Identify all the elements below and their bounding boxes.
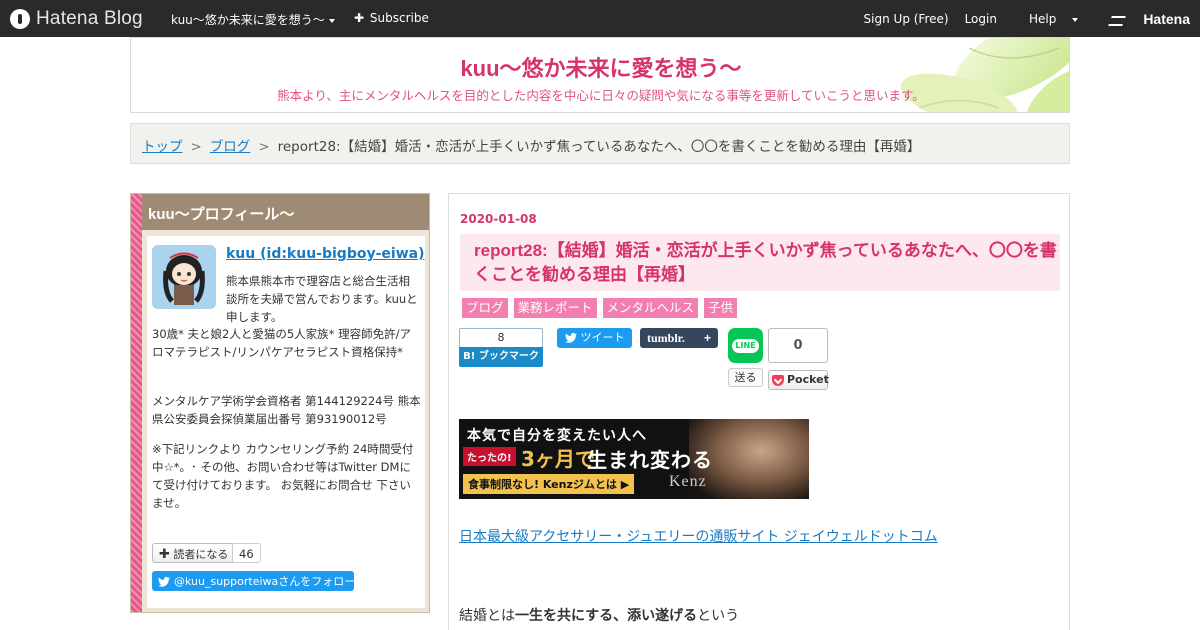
- tumblr-label: tumblr.: [647, 331, 685, 345]
- category-tag[interactable]: メンタルヘルス: [602, 298, 699, 318]
- hatena-blog-icon: [10, 8, 30, 29]
- caret-down-icon: [328, 18, 335, 23]
- line-send-button[interactable]: 送る: [728, 368, 763, 387]
- tweet-button[interactable]: ツイート: [557, 328, 632, 348]
- blog-title[interactable]: kuu～悠か未来に愛を想う～: [131, 51, 1069, 83]
- twitter-follow-label: @kuu_supporteiwaさんをフォロー: [174, 575, 356, 588]
- breadcrumb-separator: >: [190, 139, 202, 155]
- entry-title-link[interactable]: report28:【結婚】婚活・恋活が上手くいかず焦っているあなたへ、〇〇を書く…: [474, 239, 1058, 287]
- blog-header: kuu～悠か未来に愛を想う～ 熊本より、主にメンタルヘルスを目的とした内容を中心…: [130, 37, 1070, 113]
- header-right-menu: Sign Up (Free) Login Help Hatena: [848, 11, 1190, 27]
- subscribe-label: Subscribe: [369, 11, 429, 25]
- hatena-mark-icon: [1108, 15, 1127, 26]
- category-tag[interactable]: ブログ: [462, 298, 508, 318]
- pocket-count: 0: [768, 328, 828, 363]
- plus-icon: ✚: [354, 11, 365, 25]
- sidebar-heading: kuu～プロフィール～: [142, 194, 429, 230]
- breadcrumb-blog-link[interactable]: ブログ: [210, 139, 251, 155]
- banner-headline: 生まれ変わる: [587, 448, 713, 472]
- banner-cta: 食事制限なし! Kenzジムとは ▶: [463, 474, 635, 494]
- entry-categories: ブログ 業務レポート メンタルヘルス 子供: [462, 298, 738, 318]
- caret-down-icon: [1072, 17, 1079, 22]
- hatena-bookmark-button[interactable]: B! ブックマーク: [459, 347, 543, 367]
- hatena-global-header: Hatena Blog kuu～悠か未来に愛を想う～ ✚ Subscribe S…: [0, 0, 1200, 37]
- avatar[interactable]: [152, 245, 216, 309]
- twitter-bird-icon: [564, 333, 577, 343]
- profile-bio-licenses: メンタルケア学術学会資格者 第144129224号 熊本県公安委員会探偵業届出番…: [152, 394, 421, 426]
- twitter-bird-icon: [158, 577, 170, 587]
- body-text-bold: 一生を共にする、添い遂げる: [515, 608, 698, 624]
- hatena-wordmark: Hatena: [1143, 11, 1190, 27]
- hatena-blog-logo[interactable]: Hatena Blog: [10, 7, 143, 30]
- login-link[interactable]: Login: [965, 12, 997, 26]
- help-dropdown[interactable]: Help: [1013, 12, 1079, 26]
- breadcrumb: トップ > ブログ > report28:【結婚】婚活・恋活が上手くいかず焦っているあな…: [130, 123, 1070, 164]
- avatar-image: [152, 245, 216, 309]
- plus-icon: ✚: [159, 547, 170, 562]
- entry-article: 2020-01-08 report28:【結婚】婚活・恋活が上手くいかず焦ってい…: [448, 193, 1070, 630]
- entry-body-paragraph: 結婚とは一生を共にする、添い遂げるという: [459, 605, 739, 625]
- affiliate-text-link[interactable]: 日本最大級アクセサリー・ジュエリーの通販サイト ジェイウェルドットコム: [459, 526, 938, 546]
- breadcrumb-top-link[interactable]: トップ: [142, 139, 183, 155]
- profile-bio-contact: ※下記リンクより カウンセリング予約 24時間受付中☆*。･ その他、お問い合わ…: [152, 442, 414, 510]
- banner-brand: Kenz: [669, 473, 707, 490]
- twitter-follow-button[interactable]: @kuu_supporteiwaさんをフォロー: [152, 571, 356, 591]
- signup-link[interactable]: Sign Up (Free): [864, 12, 949, 26]
- help-label: Help: [1028, 12, 1057, 26]
- entry-title-box: report28:【結婚】婚活・恋活が上手くいかず焦っているあなたへ、〇〇を書く…: [460, 234, 1060, 291]
- body-text-post: という: [697, 608, 740, 624]
- breadcrumb-current: report28:【結婚】婚活・恋活が上手くいかず焦っているあなたへ、〇〇を書く…: [277, 139, 921, 155]
- line-logo-icon: LINE: [732, 339, 759, 353]
- sidebar-stripe: [131, 194, 142, 612]
- hatena-logo-link[interactable]: Hatena: [1094, 11, 1190, 27]
- profile-name-link[interactable]: kuu (id:kuu-bigboy-eiwa): [226, 245, 424, 263]
- subscribe-reader-button[interactable]: ✚ 読者になる: [152, 543, 236, 563]
- blog-description: 熊本より、主にメンタルヘルスを目的とした内容を中心に日々の疑問や気になる事等を更…: [277, 88, 925, 103]
- subscribe-button[interactable]: ✚ Subscribe: [354, 11, 429, 25]
- reader-button-label: 読者になる: [173, 548, 229, 561]
- profile-body: kuu (id:kuu-bigboy-eiwa) 熊本県熊本市で理容店と総合生活…: [147, 236, 425, 608]
- pocket-icon: [772, 374, 784, 386]
- social-share-buttons: 8 B! ブックマーク ツイート tumblr. + LINE 送る 0 Pock…: [459, 328, 859, 390]
- blog-menu-label: kuu～悠か未来に愛を想う～: [171, 13, 325, 27]
- pocket-label: Pocket: [787, 373, 829, 386]
- sidebar-profile-module: kuu～プロフィール～ kuu (id:kuu-bigboy-eiwa) 熊本県…: [130, 193, 430, 613]
- pocket-button[interactable]: Pocket: [768, 370, 829, 390]
- reader-count-badge: 46: [232, 543, 261, 563]
- banner-tag: たったの!: [463, 447, 516, 466]
- category-tag[interactable]: 子供: [704, 298, 738, 318]
- category-tag[interactable]: 業務レポート: [513, 298, 597, 318]
- hatena-bookmark-count[interactable]: 8: [459, 328, 543, 348]
- body-text-pre: 結婚とは: [459, 608, 515, 624]
- brand-text: Hatena Blog: [36, 7, 143, 29]
- line-share-button[interactable]: LINE: [728, 328, 763, 363]
- entry-date-link[interactable]: 2020-01-08: [460, 212, 537, 226]
- tweet-label: ツイート: [580, 331, 625, 344]
- profile-bio-family: 30歳* 夫と娘2人と愛猫の5人家族* 理容師免許/アロマテラピスト/リンパケア…: [152, 327, 411, 359]
- banner-highlight: 3ヶ月で: [521, 447, 595, 471]
- tumblr-share-button[interactable]: tumblr. +: [640, 328, 718, 348]
- plus-icon: +: [703, 331, 711, 345]
- banner-line1: 本気で自分を変えたい人へ: [467, 428, 647, 444]
- blog-menu-dropdown[interactable]: kuu～悠か未来に愛を想う～: [171, 11, 335, 28]
- breadcrumb-separator: >: [258, 139, 270, 155]
- kenz-gym-ad-banner[interactable]: 本気で自分を変えたい人へ たったの! 3ヶ月で 生まれ変わる 食事制限なし! K…: [459, 419, 809, 499]
- profile-bio-intro: 熊本県熊本市で理容店と総合生活相談所を夫婦で営んでおります。kuuと申します。: [226, 274, 418, 324]
